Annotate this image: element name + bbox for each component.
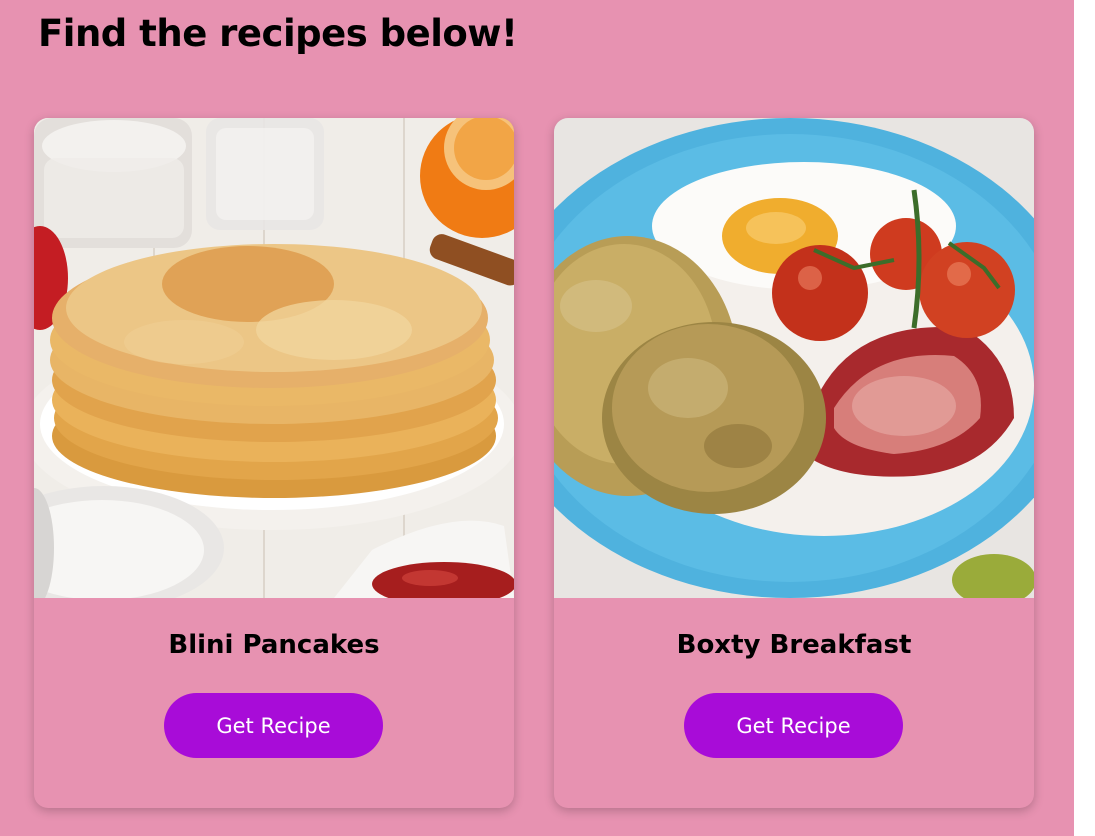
breakfast-image — [554, 118, 1034, 598]
page: Find the recipes below! Blini Pancakes G… — [0, 0, 1074, 836]
recipe-card-blini: Blini Pancakes Get Recipe — [34, 118, 514, 808]
recipe-title: Boxty Breakfast — [676, 630, 912, 660]
recipe-title: Blini Pancakes — [168, 630, 380, 660]
pancakes-image — [34, 118, 514, 598]
page-title: Find the recipes below! — [38, 12, 518, 55]
get-recipe-button-blini[interactable]: Get Recipe — [164, 693, 383, 758]
get-recipe-button-boxty[interactable]: Get Recipe — [684, 693, 903, 758]
recipe-card-boxty: Boxty Breakfast Get Recipe — [554, 118, 1034, 808]
